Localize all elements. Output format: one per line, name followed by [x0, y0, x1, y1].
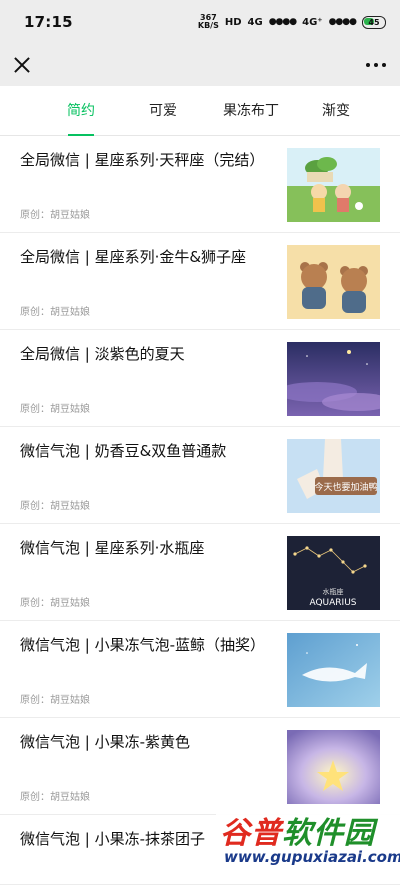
status-indicators: 367 KB/S HD 4G ●●●● 4G⁺ ●●●● 45 [198, 14, 386, 30]
article-author: 原创：胡豆姑娘 [20, 598, 90, 609]
watermark-url: www.gupuxiazai.com [224, 848, 400, 866]
article-author: 原创：胡豆姑娘 [20, 695, 90, 706]
article-author: 原创：胡豆姑娘 [20, 792, 90, 803]
list-item[interactable]: 微信气泡 | 小果冻-紫黄色 原创：胡豆姑娘 [0, 718, 400, 815]
list-item[interactable]: 微信气泡 | 奶香豆&双鱼普通款 原创：胡豆姑娘 今天也要加油鸭 [0, 427, 400, 524]
battery-level: 45 [368, 17, 380, 27]
article-list: 全局微信 | 星座系列·天秤座（完结） 原创：胡豆姑娘 全局微信 | 星座系列·… [0, 136, 400, 885]
purple-sky-thumbnail [287, 342, 380, 416]
article-title: 全局微信 | 淡紫色的夏天 [20, 345, 185, 363]
watermark-logo: 谷普软件园 www.gupuxiazai.com [216, 808, 400, 867]
article-author: 原创：胡豆姑娘 [20, 210, 90, 221]
tab-jelly-pudding[interactable]: 果冻布丁 [204, 86, 298, 136]
battery-icon: 45 [362, 15, 386, 29]
tab-label: 果冻布丁 [223, 102, 279, 119]
nav-bar [0, 44, 400, 86]
tab-label: 简约 [67, 102, 95, 119]
list-item[interactable]: 全局微信 | 星座系列·金牛&狮子座 原创：胡豆姑娘 [0, 233, 400, 330]
watermark-title-a: 谷普 [220, 816, 282, 851]
article-title: 微信气泡 | 小果冻-紫黄色 [20, 733, 191, 751]
thumb-cn-text: 水瓶座 [323, 587, 344, 596]
article-title: 全局微信 | 星座系列·金牛&狮子座 [20, 248, 247, 266]
net2-label: 4G⁺ [302, 16, 323, 28]
signal2-icon: ●●●● [328, 17, 357, 27]
bears-thumbnail [287, 245, 380, 319]
status-bar: 17:15 367 KB/S HD 4G ●●●● 4G⁺ ●●●● 45 [0, 0, 400, 44]
article-title: 微信气泡 | 星座系列·水瓶座 [20, 539, 205, 557]
thumb-sign-text: 今天也要加油鸭 [314, 481, 377, 493]
watermark-title-b: 软件园 [282, 816, 375, 851]
net-speed: 367 KB/S [198, 14, 219, 30]
tab-cute[interactable]: 可爱 [122, 86, 204, 136]
tab-simple[interactable]: 简约 [40, 86, 122, 136]
whale-thumbnail [287, 633, 380, 707]
tab-bar: 简约 可爱 果冻布丁 渐变 [0, 86, 400, 136]
net-speed-unit: KB/S [197, 21, 219, 30]
net1-label: 4G [247, 16, 263, 28]
article-author: 原创：胡豆姑娘 [20, 501, 90, 512]
list-item[interactable]: 微信气泡 | 星座系列·水瓶座 原创：胡豆姑娘 水瓶座 AQUARIUS [0, 524, 400, 621]
article-title: 全局微信 | 星座系列·天秤座（完结） [20, 151, 265, 169]
signal-icon: ●●●● [268, 17, 297, 27]
list-item[interactable]: 全局微信 | 星座系列·天秤座（完结） 原创：胡豆姑娘 [0, 136, 400, 233]
tab-label: 可爱 [149, 102, 177, 119]
article-title: 微信气泡 | 奶香豆&双鱼普通款 [20, 442, 227, 460]
close-icon[interactable] [12, 55, 32, 75]
cartoon-field-thumbnail [287, 148, 380, 222]
list-item[interactable]: 全局微信 | 淡紫色的夏天 原创：胡豆姑娘 [0, 330, 400, 427]
constellation-thumbnail: 水瓶座 AQUARIUS [287, 536, 380, 610]
article-title: 微信气泡 | 小果冻气泡-蓝鲸（抽奖） [20, 636, 266, 654]
hd-icon: HD [224, 16, 242, 28]
star-thumbnail [287, 730, 380, 804]
hand-sign-thumbnail: 今天也要加油鸭 [287, 439, 380, 513]
article-author: 原创：胡豆姑娘 [20, 307, 90, 318]
thumb-en-text: AQUARIUS [309, 598, 356, 608]
article-author: 原创：胡豆姑娘 [20, 404, 90, 415]
watermark-title: 谷普软件园 [220, 808, 375, 852]
status-time: 17:15 [24, 13, 73, 31]
list-item[interactable]: 微信气泡 | 小果冻气泡-蓝鲸（抽奖） 原创：胡豆姑娘 [0, 621, 400, 718]
more-icon[interactable] [366, 57, 386, 73]
tab-label: 渐变 [322, 102, 350, 119]
tab-gradient[interactable]: 渐变 [298, 86, 374, 136]
